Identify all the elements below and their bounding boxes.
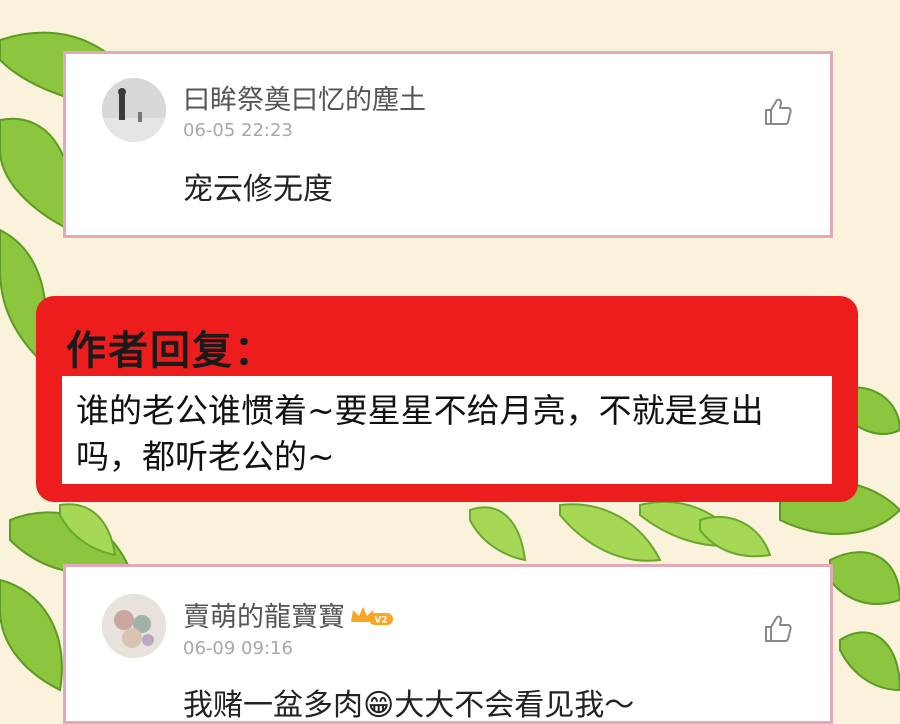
username[interactable]: 賣萌的龍寶寶 V2: [183, 595, 395, 634]
username[interactable]: 曰眸祭奠曰忆的塵土: [183, 78, 426, 117]
badge-level: V2: [374, 615, 387, 625]
thumbs-up-icon[interactable]: [762, 613, 794, 645]
avatar[interactable]: [102, 78, 166, 142]
thumbs-up-icon[interactable]: [762, 96, 794, 128]
comment-text: 我赌一盆多肉😁大大不会看见我～: [183, 688, 635, 723]
avatar[interactable]: [102, 594, 166, 658]
comment-text: 宠云修无度: [183, 172, 333, 207]
timestamp: 06-05 22:23: [183, 120, 293, 141]
comment-card: 曰眸祭奠曰忆的塵土 06-05 22:23 宠云修无度: [63, 51, 833, 238]
comment-card: 賣萌的龍寶寶 V2 06-09 09:16 我赌一盆多肉😁大大不会看见我～: [63, 564, 833, 724]
avatar-image: [102, 594, 166, 658]
crown-icon: V2: [351, 606, 393, 625]
timestamp: 06-09 09:16: [183, 638, 293, 659]
author-reply-box: 作者回复： 谁的老公谁惯着~要星星不给月亮，不就是复出吗，都听老公的~: [36, 296, 858, 502]
username-text: 賣萌的龍寶寶: [183, 602, 345, 633]
avatar-image: [102, 78, 166, 142]
author-reply-text: 谁的老公谁惯着~要星星不给月亮，不就是复出吗，都听老公的~: [62, 376, 832, 484]
author-reply-title: 作者回复：: [66, 328, 276, 374]
